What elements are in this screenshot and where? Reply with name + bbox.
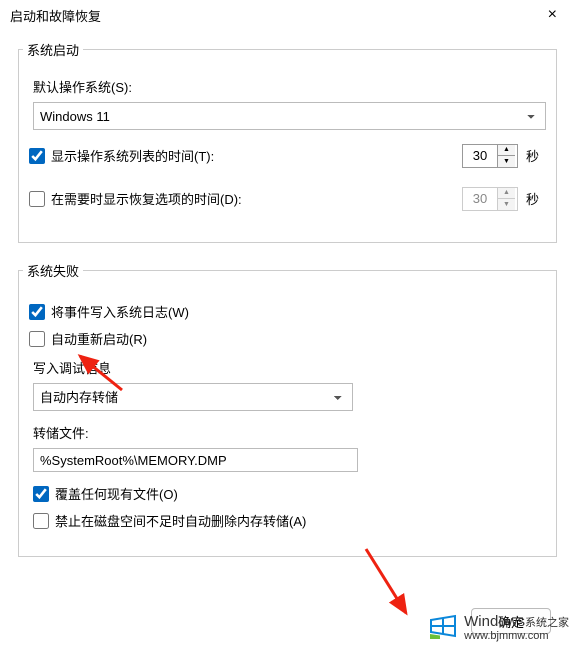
recovery-seconds-unit: 秒 bbox=[526, 189, 546, 208]
show-os-list-checkbox[interactable] bbox=[29, 148, 45, 164]
show-os-list-label: 显示操作系统列表的时间(T): bbox=[51, 146, 214, 165]
auto-restart-label: 自动重新启动(R) bbox=[51, 329, 147, 348]
dialog-content: 系统启动 默认操作系统(S): Windows 11 显示操作系统列表的时间(T… bbox=[0, 30, 575, 557]
debug-info-label: 写入调试信息 bbox=[29, 358, 546, 377]
default-os-select[interactable]: Windows 11 bbox=[33, 102, 546, 130]
windows-logo-icon bbox=[428, 613, 458, 642]
show-recovery-checkbox[interactable] bbox=[29, 191, 45, 207]
system-startup-legend: 系统启动 bbox=[23, 40, 83, 59]
overwrite-checkbox[interactable] bbox=[33, 486, 49, 502]
show-recovery-label: 在需要时显示恢复选项的时间(D): bbox=[51, 189, 242, 208]
os-list-seconds-down[interactable]: ▼ bbox=[498, 156, 515, 167]
titlebar: 启动和故障恢复 × bbox=[0, 0, 575, 30]
write-event-log-row: 将事件写入系统日志(W) bbox=[29, 302, 546, 321]
os-list-seconds-input[interactable] bbox=[463, 145, 497, 167]
ok-button[interactable]: 确定 bbox=[471, 608, 551, 634]
close-button[interactable]: × bbox=[540, 4, 565, 26]
auto-restart-checkbox[interactable] bbox=[29, 331, 45, 347]
recovery-seconds-down: ▼ bbox=[498, 199, 515, 210]
recovery-seconds-input bbox=[463, 188, 497, 210]
dump-file-input[interactable] bbox=[33, 448, 358, 472]
disable-auto-delete-checkbox[interactable] bbox=[33, 513, 49, 529]
write-event-log-label: 将事件写入系统日志(W) bbox=[51, 302, 189, 321]
overwrite-row: 覆盖任何现有文件(O) bbox=[29, 484, 546, 503]
system-startup-group: 系统启动 默认操作系统(S): Windows 11 显示操作系统列表的时间(T… bbox=[18, 40, 557, 243]
recovery-seconds-spinner: ▲ ▼ bbox=[462, 187, 518, 211]
recovery-seconds-up: ▲ bbox=[498, 188, 515, 200]
write-event-log-checkbox[interactable] bbox=[29, 304, 45, 320]
show-recovery-row: 在需要时显示恢复选项的时间(D): bbox=[29, 189, 242, 208]
system-failure-group: 系统失败 将事件写入系统日志(W) 自动重新启动(R) 写入调试信息 自动内存转… bbox=[18, 261, 557, 557]
default-os-label: 默认操作系统(S): bbox=[29, 77, 546, 96]
os-list-seconds-unit: 秒 bbox=[526, 146, 546, 165]
os-list-seconds-spinner[interactable]: ▲ ▼ bbox=[462, 144, 518, 168]
debug-info-select[interactable]: 自动内存转储 bbox=[33, 383, 353, 411]
show-os-list-row: 显示操作系统列表的时间(T): bbox=[29, 146, 214, 165]
overwrite-label: 覆盖任何现有文件(O) bbox=[55, 484, 178, 503]
system-failure-legend: 系统失败 bbox=[23, 261, 83, 280]
os-list-seconds-up[interactable]: ▲ bbox=[498, 145, 515, 157]
auto-restart-row: 自动重新启动(R) bbox=[29, 329, 546, 348]
dialog-title: 启动和故障恢复 bbox=[10, 6, 101, 25]
dialog-buttons: 确定 bbox=[471, 608, 551, 634]
dump-file-label: 转储文件: bbox=[29, 423, 546, 442]
disable-auto-delete-label: 禁止在磁盘空间不足时自动删除内存转储(A) bbox=[55, 511, 306, 530]
annotation-arrow-2 bbox=[348, 545, 418, 628]
disable-auto-delete-row: 禁止在磁盘空间不足时自动删除内存转储(A) bbox=[29, 511, 546, 530]
